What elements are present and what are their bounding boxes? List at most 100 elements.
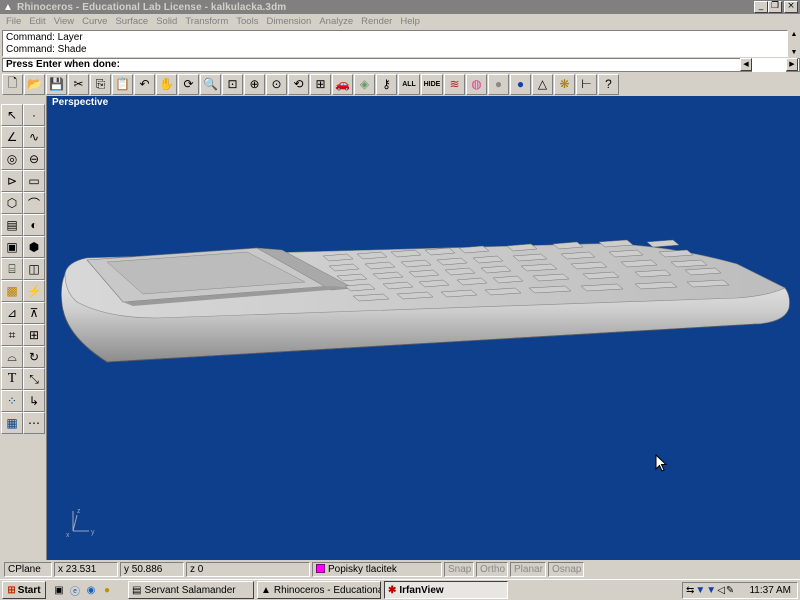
open-folder-icon[interactable]: 📂 — [24, 73, 45, 95]
internet-explorer-icon[interactable]: ⓔ — [68, 583, 82, 598]
cut-icon[interactable]: ✂ — [68, 73, 89, 95]
array-icon[interactable]: ⌗ — [1, 324, 23, 346]
undo-icon[interactable]: ↶ — [134, 73, 155, 95]
pan-hand-icon[interactable]: ✋ — [156, 73, 177, 95]
tray-app-icon[interactable]: ▼ — [695, 585, 705, 596]
scroll-track[interactable] — [752, 58, 786, 72]
menu-solid[interactable]: Solid — [152, 16, 181, 27]
new-document-icon[interactable]: 🗋 — [2, 73, 23, 95]
menu-dimension[interactable]: Dimension — [262, 16, 315, 27]
menu-tools[interactable]: Tools — [232, 16, 262, 27]
sphere-gray-icon[interactable]: ● — [488, 73, 509, 95]
copy-transform-icon[interactable]: ⊼ — [23, 302, 45, 324]
car-icon[interactable]: 🚗 — [332, 73, 353, 95]
rectangle-icon[interactable]: ▭ — [23, 170, 45, 192]
zoom-selected-icon[interactable]: ⊙ — [266, 73, 287, 95]
show-desktop-icon[interactable]: ▣ — [52, 583, 66, 597]
ellipse-icon[interactable]: ⊖ — [23, 148, 45, 170]
cplane-field[interactable]: CPlane — [4, 562, 52, 577]
menu-transform[interactable]: Transform — [181, 16, 232, 27]
light-icon[interactable]: △ — [532, 73, 553, 95]
restore-button[interactable]: ❐ — [768, 1, 782, 13]
zoom-extents-icon[interactable]: ⊕ — [244, 73, 265, 95]
snap-icon[interactable]: ❋ — [554, 73, 575, 95]
paste-icon[interactable]: 📋 — [112, 73, 133, 95]
rotate-tool-icon[interactable]: ↻ — [23, 346, 45, 368]
tray-app-icon[interactable]: ▼ — [706, 585, 716, 596]
menu-curve[interactable]: Curve — [78, 16, 111, 27]
mesh-icon[interactable]: ◫ — [23, 258, 45, 280]
lightning-icon[interactable]: ⚡ — [23, 280, 45, 302]
dimension-tool-icon[interactable]: ⌓ — [1, 346, 23, 368]
menu-render[interactable]: Render — [357, 16, 396, 27]
render-preview-icon[interactable]: ◈ — [354, 73, 375, 95]
surface-edit-icon[interactable]: ◐ — [23, 214, 45, 236]
hide-button[interactable]: HIDE — [421, 73, 443, 95]
title-bar[interactable]: ▲ Rhinoceros - Educational Lab License -… — [0, 0, 800, 14]
menu-file[interactable]: File — [2, 16, 25, 27]
polygon-icon[interactable]: ⬡ — [1, 192, 23, 214]
curve-analyze-icon[interactable]: ↳ — [23, 390, 45, 412]
command-scrollbar[interactable]: ▲ ▼ — [788, 30, 800, 57]
group-icon[interactable]: ⊞ — [23, 324, 45, 346]
prompt-scrollbar[interactable]: ◀ ▶ — [740, 58, 798, 72]
save-icon[interactable]: 💾 — [46, 73, 67, 95]
menu-analyze[interactable]: Analyze — [315, 16, 357, 27]
copy-icon[interactable]: ⎘ — [90, 73, 111, 95]
outlook-icon[interactable]: ◉ — [84, 583, 98, 597]
polyline-icon[interactable]: ∠ — [1, 126, 23, 148]
analyze-icon[interactable]: ⁘ — [1, 390, 23, 412]
scroll-down-icon[interactable]: ▼ — [788, 48, 800, 57]
surface-icon[interactable]: ▤ — [1, 214, 23, 236]
rotate-view-icon[interactable]: ⟳ — [178, 73, 199, 95]
tray-tool-icon[interactable]: ✎ — [726, 585, 734, 596]
network-icon[interactable]: ⇆ — [686, 585, 694, 596]
volume-icon[interactable]: ◁ — [717, 585, 725, 596]
command-history[interactable]: Command: Layer Command: Shade — [2, 30, 788, 57]
minimize-button[interactable]: _ — [754, 1, 768, 13]
zoom-window-icon[interactable]: ⊡ — [222, 73, 243, 95]
task-rhinoceros[interactable]: ▲Rhinoceros - Educational ... — [257, 581, 381, 599]
command-prompt[interactable]: Press Enter when done: — [2, 58, 800, 72]
menu-edit[interactable]: Edit — [25, 16, 49, 27]
ortho-toggle[interactable]: Ortho — [476, 562, 508, 577]
task-servant-salamander[interactable]: ▤ Servant Salamander — [128, 581, 254, 599]
help-icon[interactable]: ? — [598, 73, 619, 95]
fillet-icon[interactable]: ⌒ — [23, 192, 45, 214]
undo-view-icon[interactable]: ⟲ — [288, 73, 309, 95]
show-all-button[interactable]: ALL — [398, 73, 420, 95]
render-tool-icon[interactable]: ▦ — [1, 412, 23, 434]
explode-icon[interactable]: ▩ — [1, 280, 23, 302]
cylinder-icon[interactable]: ⌸ — [1, 258, 23, 280]
dimension-icon[interactable]: ⊢ — [576, 73, 597, 95]
scroll-up-icon[interactable]: ▲ — [788, 30, 800, 39]
planar-toggle[interactable]: Planar — [510, 562, 546, 577]
zoom-dynamic-icon[interactable]: 🔍 — [200, 73, 221, 95]
close-button[interactable]: × — [784, 1, 798, 13]
text-icon[interactable]: T — [1, 368, 23, 390]
snap-toggle[interactable]: Snap — [444, 562, 474, 577]
color-wheel-icon[interactable]: ◍ — [466, 73, 487, 95]
start-button[interactable]: ⊞ Start — [2, 581, 46, 599]
select-arrow-icon[interactable]: ↖ — [1, 104, 23, 126]
circle-icon[interactable]: ◎ — [1, 148, 23, 170]
clock[interactable]: 11:37 AM — [749, 585, 791, 596]
move-icon[interactable]: ⊿ — [1, 302, 23, 324]
points-on-icon[interactable]: ⋯ — [23, 412, 45, 434]
box-icon[interactable]: ▣ — [1, 236, 23, 258]
boolean-icon[interactable]: ⬢ — [23, 236, 45, 258]
arc-icon[interactable]: ⊳ — [1, 170, 23, 192]
current-layer[interactable]: Popisky tlacitek — [312, 562, 442, 577]
scroll-right-icon[interactable]: ▶ — [786, 58, 798, 71]
rhino-app-icon[interactable]: ▲ — [2, 1, 14, 13]
scale-icon[interactable]: ⤡ — [23, 368, 45, 390]
media-icon[interactable]: ● — [100, 583, 114, 597]
menu-surface[interactable]: Surface — [111, 16, 152, 27]
scroll-left-icon[interactable]: ◀ — [740, 58, 752, 71]
task-irfanview[interactable]: ✱ IrfanView — [384, 581, 508, 599]
sphere-blue-icon[interactable]: ● — [510, 73, 531, 95]
four-viewports-icon[interactable]: ⊞ — [310, 73, 331, 95]
osnap-toggle[interactable]: Osnap — [548, 562, 584, 577]
point-icon[interactable]: · — [23, 104, 45, 126]
perspective-viewport[interactable]: Perspective y z x — [46, 96, 800, 560]
